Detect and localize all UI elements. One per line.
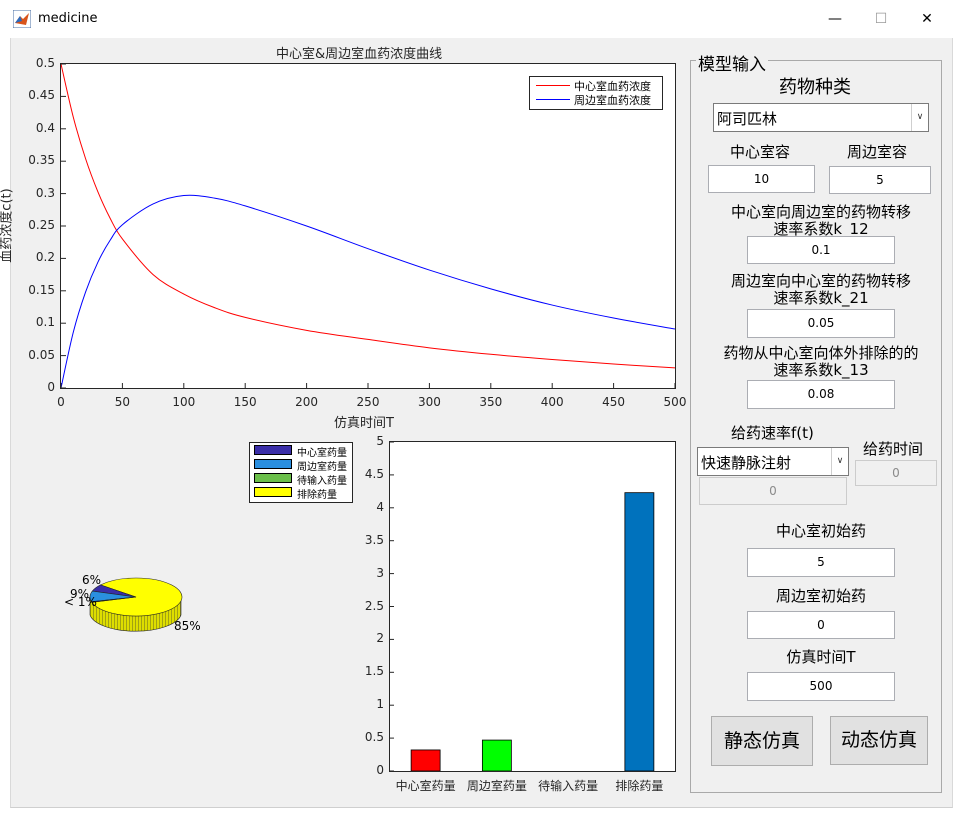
central-volume-input[interactable]: 10 bbox=[708, 165, 815, 193]
x-tick-label: 50 bbox=[114, 395, 131, 409]
pie-label-pending: < 1% bbox=[64, 595, 97, 609]
bar-y-tick-label: 1.5 bbox=[364, 664, 384, 679]
bar-eliminated[interactable] bbox=[624, 492, 655, 771]
maximize-button[interactable]: ☐ bbox=[858, 0, 904, 38]
bar-x-tick-label: 中心室药量 bbox=[395, 779, 456, 793]
panel-title: 模型输入 bbox=[696, 50, 768, 75]
bar-x-tick-label: 排除药量 bbox=[615, 779, 664, 793]
pie-legend-swatch-pending bbox=[254, 473, 292, 483]
y-tick-label: 0.15 bbox=[28, 282, 55, 297]
pie-legend-swatch-central bbox=[254, 445, 292, 455]
concentration-chart-title: 中心室&周边室血药浓度曲线 bbox=[276, 47, 443, 62]
pie-label-eliminated: 85% bbox=[174, 619, 201, 633]
chevron-down-icon[interactable]: ∨ bbox=[831, 448, 848, 475]
peripheral-volume-label: 周边室容 bbox=[847, 143, 908, 161]
pie-legend-swatch-eliminated bbox=[254, 487, 292, 497]
bar-y-tick-label: 1 bbox=[376, 697, 384, 712]
x-tick-label: 350 bbox=[479, 395, 503, 409]
k21-input[interactable]: 0.05 bbox=[747, 309, 895, 338]
x-tick-label: 300 bbox=[417, 395, 441, 409]
bar-x-tick-label: 周边室药量 bbox=[466, 779, 527, 793]
pie-legend-label-pending: 待输入药量 bbox=[297, 476, 347, 487]
dosing-mode-dropdown[interactable]: 快速静脉注射 ∨ bbox=[697, 447, 849, 476]
drug-type-dropdown[interactable]: 阿司匹林 ∨ bbox=[713, 103, 929, 132]
concentration-y-label: 血药浓度c(t) bbox=[0, 188, 15, 263]
sim-time-label: 仿真时间T bbox=[786, 648, 856, 666]
bar-y-tick-label: 2 bbox=[376, 631, 384, 646]
pie-legend-label-eliminated: 排除药量 bbox=[297, 490, 337, 501]
bar-y-tick-label: 0 bbox=[376, 763, 384, 777]
dynamic-sim-button[interactable]: 动态仿真 bbox=[830, 716, 928, 765]
central-volume-label: 中心室容 bbox=[730, 143, 791, 161]
bar-y-tick-label: 3 bbox=[376, 565, 384, 580]
y-tick-label: 0.25 bbox=[28, 218, 55, 232]
k21-label-line2: 速率系数k_21 bbox=[773, 289, 869, 307]
concentration-legend: 中心室血药浓度 周边室血药浓度 bbox=[529, 76, 663, 110]
pie-legend: 中心室药量 周边室药量 待输入药量 排除药量 bbox=[249, 442, 353, 503]
dosing-rate-input[interactable]: 0 bbox=[699, 477, 847, 505]
legend-label-peripheral: 周边室血药浓度 bbox=[574, 94, 651, 107]
static-sim-button[interactable]: 静态仿真 bbox=[711, 716, 813, 766]
y-tick-label: 0.2 bbox=[35, 250, 55, 265]
x-tick-label: 500 bbox=[663, 395, 687, 409]
k13-input[interactable]: 0.08 bbox=[747, 380, 895, 409]
concentration-axes[interactable]: 中心室血药浓度 周边室血药浓度 bbox=[60, 63, 676, 389]
concentration-x-label: 仿真时间T bbox=[334, 416, 394, 431]
k12-input[interactable]: 0.1 bbox=[747, 236, 895, 264]
matlab-app-icon bbox=[13, 10, 31, 28]
bar-y-tick-label: 4.5 bbox=[364, 466, 384, 481]
drug-type-label: 药物种类 bbox=[779, 77, 851, 98]
x-tick-label: 150 bbox=[233, 395, 257, 409]
y-tick-label: 0.4 bbox=[35, 120, 55, 135]
x-tick-label: 250 bbox=[356, 395, 380, 409]
pie-legend-label-peripheral: 周边室药量 bbox=[297, 462, 347, 473]
bar-plot bbox=[390, 442, 655, 771]
sim-time-input[interactable]: 500 bbox=[747, 672, 895, 701]
dosing-time-input[interactable]: 0 bbox=[855, 460, 937, 486]
bar-x-tick-label: 待输入药量 bbox=[538, 779, 599, 793]
k13-label-line2: 速率系数k_13 bbox=[773, 361, 869, 379]
x-tick-label: 100 bbox=[172, 395, 196, 409]
drug-type-value: 阿司匹林 bbox=[717, 110, 778, 128]
bar-y-tick-label: 4 bbox=[376, 499, 384, 514]
legend-line-central bbox=[536, 85, 570, 86]
central-initial-label: 中心室初始药 bbox=[775, 522, 866, 540]
y-tick-label: 0.3 bbox=[35, 185, 55, 200]
dosing-mode-value: 快速静脉注射 bbox=[701, 454, 792, 472]
pie-label-central: 6% bbox=[82, 573, 102, 587]
y-tick-label: 0 bbox=[47, 380, 55, 394]
bar-peripheral[interactable] bbox=[481, 739, 512, 771]
y-tick-label: 0.1 bbox=[35, 315, 55, 330]
bar-central[interactable] bbox=[410, 749, 441, 771]
peripheral-initial-input[interactable]: 0 bbox=[747, 611, 895, 639]
y-tick-label: 0.5 bbox=[35, 56, 55, 70]
window-title: medicine bbox=[38, 11, 98, 26]
minimize-button[interactable]: — bbox=[812, 0, 858, 38]
dosing-time-label: 给药时间 bbox=[863, 440, 924, 458]
pie-legend-label-central: 中心室药量 bbox=[297, 448, 347, 459]
x-tick-label: 200 bbox=[295, 395, 319, 409]
bar-axes[interactable] bbox=[389, 441, 676, 772]
chevron-down-icon[interactable]: ∨ bbox=[911, 104, 928, 131]
peripheral-volume-input[interactable]: 5 bbox=[829, 166, 931, 194]
bar-y-tick-label: 3.5 bbox=[364, 532, 384, 547]
x-tick-label: 400 bbox=[540, 395, 564, 409]
bar-y-tick-label: 2.5 bbox=[364, 598, 384, 613]
title-bar[interactable]: medicine — ☐ ✕ bbox=[0, 0, 961, 38]
bar-y-tick-label: 5 bbox=[376, 434, 384, 448]
y-tick-label: 0.05 bbox=[28, 347, 55, 362]
x-tick-label: 450 bbox=[602, 395, 626, 409]
central-initial-input[interactable]: 5 bbox=[747, 548, 895, 577]
legend-line-peripheral bbox=[536, 99, 570, 100]
concentration-plot bbox=[61, 64, 675, 388]
pie-legend-swatch-peripheral bbox=[254, 459, 292, 469]
peripheral-initial-label: 周边室初始药 bbox=[775, 587, 866, 605]
series-line-peripheral bbox=[61, 194, 675, 388]
x-tick-label: 0 bbox=[57, 395, 65, 409]
dosing-rate-label: 给药速率f(t) bbox=[731, 424, 814, 442]
close-button[interactable]: ✕ bbox=[904, 0, 950, 38]
y-tick-label: 0.35 bbox=[28, 153, 55, 168]
bar-y-tick-label: 0.5 bbox=[364, 730, 384, 745]
y-tick-label: 0.45 bbox=[28, 88, 55, 103]
